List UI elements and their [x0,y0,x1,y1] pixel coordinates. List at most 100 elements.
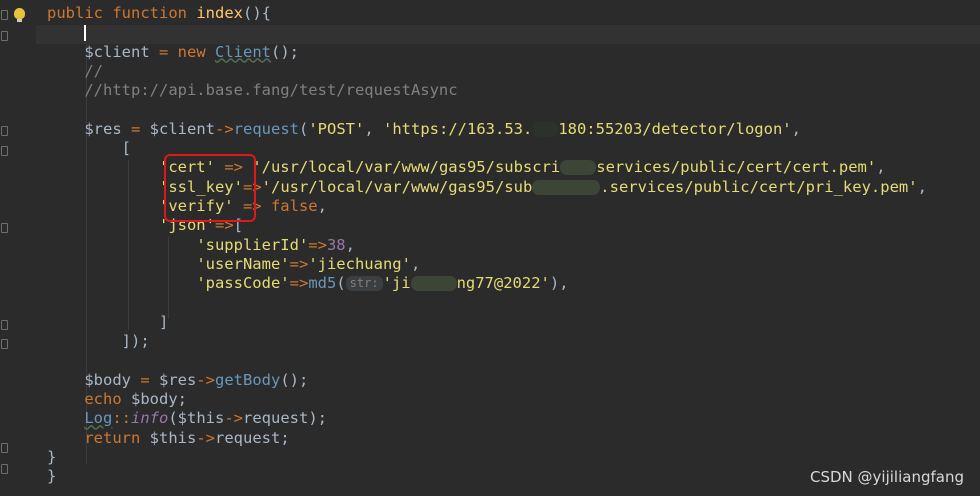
comment: //http://api.base.fang/test/requestAsync [84,81,458,100]
fold-marker-icon[interactable] [1,10,8,20]
variable: $this [177,409,225,428]
method-name[interactable]: getBody [215,371,280,389]
string: 'https://163.53. [383,119,533,138]
punct: ( [168,409,178,428]
number: 38 [326,235,346,254]
string: services/public/cert/cert.pem' [596,158,877,177]
code-text: $body; [121,389,187,408]
watermark: CSDN @yijiliangfang [810,468,964,486]
code-line: return $this->request; [47,429,927,448]
editor-gutter [0,0,36,496]
string: 'jiechuang' [308,254,411,273]
operator: = [121,119,150,138]
punct: , [876,158,886,177]
code-line: $body = $res->getBody(); [47,371,927,390]
code-line: // [47,62,927,81]
code-line: ]); [47,332,927,351]
keyword: new [177,42,206,61]
fold-marker-icon[interactable] [1,339,8,349]
code-line[interactable] [47,23,927,42]
punct: , [364,119,383,138]
string: 180:55203/detector/logon' [558,119,792,138]
variable: $client [149,119,215,138]
punct: ( [336,274,346,293]
method-name[interactable]: request [234,120,299,138]
brace: } [47,447,57,466]
arrow-operator: -> [214,119,234,138]
punct: , [345,235,355,254]
arrow-operator: -> [196,370,215,389]
code-line: } [47,448,927,467]
redacted-blur [410,276,457,292]
string: '/usr/local/var/www/gas95/sub [261,177,533,196]
keyword: false [270,196,318,215]
lightbulb-icon[interactable] [14,8,25,22]
fold-marker-icon[interactable] [1,320,8,330]
string: ng77@2022' [456,274,550,293]
redacted-blur [532,179,601,195]
fold-marker-icon[interactable] [1,146,8,156]
code-line: 'supplierId'=>38, [47,236,927,255]
fold-marker-icon[interactable] [1,31,8,41]
punct: (); [271,42,299,61]
punct: ), [549,274,569,293]
punct: , [791,119,801,138]
bracket: ] [158,312,169,331]
code-line: //http://api.base.fang/test/requestAsync [47,81,927,100]
arrow-operator: => [308,235,327,254]
punct: , [410,254,421,273]
variable: $client [84,42,150,61]
punct: (){ [243,4,271,22]
array-key: 'supplierId' [196,235,309,254]
punct: ; [280,428,290,447]
variable: $res [159,370,197,389]
annotation-highlight-box [164,154,256,222]
method-name[interactable]: info [131,409,168,427]
text-cursor [84,24,87,41]
property: request [243,409,309,428]
code-line: ] [47,313,927,332]
code-editor[interactable]: public function index(){ $client = new C… [47,4,927,486]
code-line: } [47,467,927,486]
operator: :: [112,409,131,428]
arrow-operator: => [289,254,309,273]
punct: , [917,177,927,196]
keyword: return [84,428,141,447]
code-line: 'passCode'=>md5(str:'ji ng77@2022'), [47,274,927,293]
fold-marker-icon[interactable] [1,464,8,474]
code-line: echo $body; [47,390,927,409]
code-line: $client = new Client(); [47,43,927,62]
code-line: $res = $client->request('POST', 'https:/… [47,120,927,139]
variable: $res [84,119,122,138]
keyword: echo [84,389,122,408]
class-name[interactable]: Log [84,409,112,427]
code-line: 'userName'=>'jiechuang', [47,255,927,274]
fold-marker-icon[interactable] [1,223,8,233]
function-name: index [196,4,243,22]
code-line: public function index(){ [47,4,927,23]
operator: = [149,42,178,61]
punct: ); [308,409,328,428]
parameter-hint: str: [345,276,383,292]
bracket: ]); [121,332,150,351]
string: 'POST' [308,119,365,138]
array-key: 'userName' [196,254,290,273]
property: request [215,428,281,447]
string: 'ji [382,274,411,293]
string: '/usr/local/var/www/gas95/subscri [252,158,561,177]
string: .services/public/cert/pri_key.pem' [600,177,918,196]
arrow-operator: -> [224,409,244,428]
array-key: 'passCode' [196,274,290,293]
fold-marker-icon[interactable] [1,126,8,136]
comment: // [84,61,103,80]
method-name[interactable]: md5 [308,274,336,292]
punct: ( [298,119,309,138]
fold-marker-icon[interactable] [1,443,8,453]
redacted-blur [560,160,597,176]
punct: , [317,196,327,215]
keyword: public function [47,4,187,22]
punct: (); [280,370,309,389]
class-name[interactable]: Client [215,43,271,61]
